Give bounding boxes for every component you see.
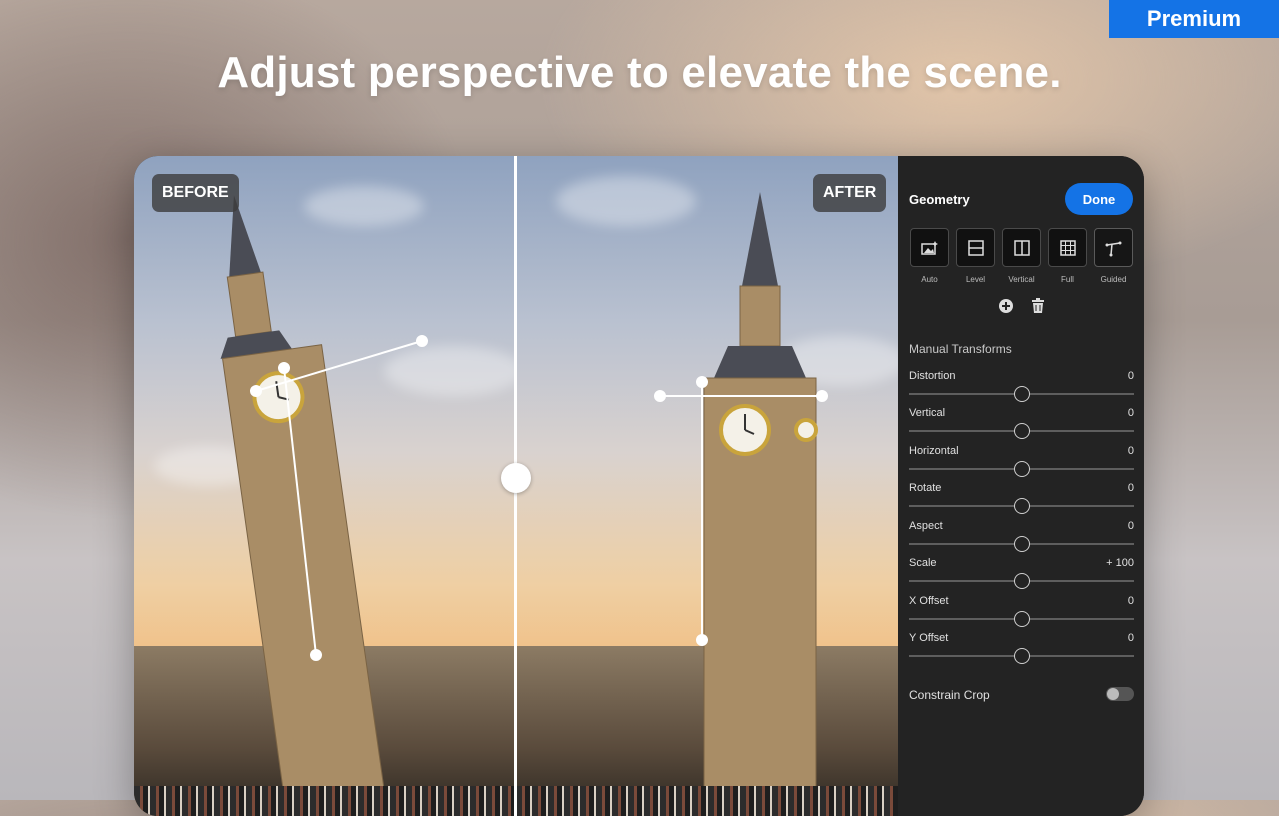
guide-handle [696,634,708,646]
slider-label: Aspect [909,520,943,532]
slider-thumb[interactable] [1013,611,1030,627]
mode-label: Full [1061,275,1074,284]
slider-thumb[interactable] [1013,536,1030,552]
slider-value: 0 [1127,370,1134,382]
constrain-crop-toggle[interactable] [1106,687,1134,701]
after-label: AFTER [813,174,887,212]
guided-icon[interactable] [1094,228,1133,267]
slider-value: 0 [1127,445,1134,457]
mode-label: Level [965,275,986,284]
panel-title: Geometry [909,192,970,207]
premium-badge[interactable]: Premium [1109,0,1279,38]
slider-aspect[interactable]: Aspect 0 [909,520,1134,556]
slider-label: Distortion [909,370,956,382]
slider-value: 0 [1127,520,1134,532]
guide-handle [816,390,828,402]
slider-y-offset[interactable]: Y Offset 0 [909,632,1134,668]
slider-label: Y Offset [909,632,949,644]
slider-thumb[interactable] [1013,386,1030,402]
add-guide-icon[interactable] [998,298,1014,319]
guide-tools [998,298,1045,319]
mode-full[interactable]: Full [1048,228,1087,284]
mode-auto[interactable]: Auto [910,228,949,284]
mode-label: Vertical [1008,275,1035,284]
vertical-icon[interactable] [1002,228,1041,267]
mode-label: Guided [1100,275,1127,284]
toggle-knob [1107,688,1119,700]
slider-vertical[interactable]: Vertical 0 [909,407,1134,443]
slider-label: Vertical [909,407,946,419]
auto-upright-icon[interactable] [910,228,949,267]
guide-handle [696,376,708,388]
slider-x-offset[interactable]: X Offset 0 [909,595,1134,631]
slider-thumb[interactable] [1013,498,1030,514]
slider-thumb[interactable] [1013,423,1030,439]
done-button[interactable]: Done [1065,183,1133,215]
slider-horizontal[interactable]: Horizontal 0 [909,445,1134,481]
mode-level[interactable]: Level [956,228,995,284]
slider-thumb[interactable] [1013,461,1030,477]
slider-label: Scale [909,557,937,569]
full-grid-icon[interactable] [1048,228,1087,267]
slider-distortion[interactable]: Distortion 0 [909,370,1134,406]
slider-label: Rotate [909,482,942,494]
mode-guided[interactable]: Guided [1094,228,1133,284]
slider-value: 0 [1127,482,1134,494]
guide-handle [310,649,322,661]
slider-value: 0 [1127,632,1134,644]
slider-value: 0 [1127,595,1134,607]
slider-thumb[interactable] [1013,648,1030,664]
geometry-panel: Geometry Done Auto Level Vertical Full G… [898,156,1144,816]
slider-value: 0 [1127,407,1134,419]
trash-icon[interactable] [1031,298,1045,319]
upright-modes: Auto Level Vertical Full Guided [910,228,1133,284]
slider-rotate[interactable]: Rotate 0 [909,482,1134,518]
headline: Adjust perspective to elevate the scene. [217,48,1062,97]
slider-scale[interactable]: Scale + 100 [909,557,1134,593]
guide-handle [250,385,262,397]
mode-vertical[interactable]: Vertical [1002,228,1041,284]
guide-handle [278,362,290,374]
slider-thumb[interactable] [1013,573,1030,589]
level-icon[interactable] [956,228,995,267]
slider-label: X Offset [909,595,949,607]
before-label: BEFORE [152,174,239,212]
constrain-crop-label: Constrain Crop [909,688,990,702]
guide-handle [654,390,666,402]
compare-divider-handle[interactable] [501,463,531,493]
slider-label: Horizontal [909,445,959,457]
manual-transforms-title: Manual Transforms [909,342,1012,356]
editor-frame: BEFORE AFTER Geometry Done Auto Level Ve… [134,156,1144,816]
slider-value: + 100 [1106,557,1134,569]
guide-handle [416,335,428,347]
mode-label: Auto [921,275,938,284]
